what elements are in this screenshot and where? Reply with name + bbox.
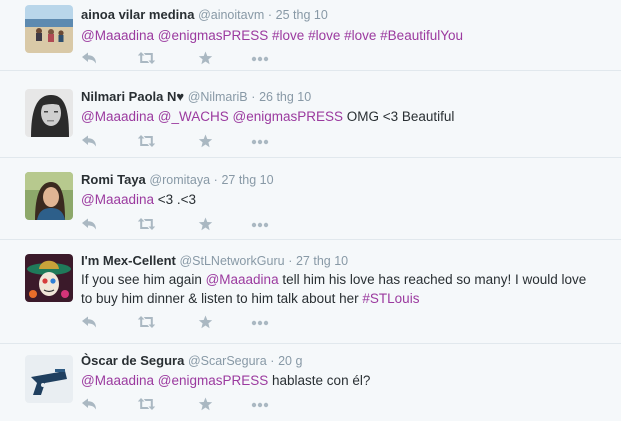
- tweet-item[interactable]: Nilmari Paola N♥ @NilmariB · 26 thg 10 @…: [0, 71, 621, 158]
- tweet-fullname[interactable]: Romi Taya: [81, 172, 146, 187]
- mention-link[interactable]: @enigmasPRESS: [233, 109, 344, 124]
- mention-link[interactable]: @Maaadina: [81, 373, 154, 388]
- more-icon[interactable]: [251, 134, 271, 150]
- tweet-timestamp[interactable]: 27 thg 10: [221, 173, 273, 187]
- retweet-icon[interactable]: [137, 397, 157, 413]
- tweet-text: If you see him again @Maaadina tell him …: [81, 270, 591, 308]
- tweet-timestamp[interactable]: 20 g: [278, 354, 302, 368]
- mention-link[interactable]: @Maaadina: [206, 272, 279, 287]
- tweet-username[interactable]: @ainoitavm: [198, 8, 264, 22]
- sombrero-skull-avatar: [25, 254, 73, 302]
- handgun-avatar: [25, 355, 73, 403]
- avatar[interactable]: [25, 172, 73, 220]
- mention-link[interactable]: @enigmasPRESS: [158, 28, 269, 43]
- retweet-icon[interactable]: [137, 217, 157, 233]
- tweet-text: @Maaadina @_WACHS @enigmasPRESS OMG <3 B…: [81, 107, 591, 126]
- header-separator: ·: [270, 354, 275, 368]
- beach-photo-avatar: [25, 5, 73, 53]
- tweet-timestamp[interactable]: 25 thg 10: [276, 8, 328, 22]
- retweet-icon[interactable]: [137, 315, 157, 331]
- tweet-text-segment: <3 .<3: [154, 192, 197, 207]
- favorite-icon[interactable]: [198, 397, 218, 413]
- tweet-timestamp[interactable]: 26 thg 10: [259, 90, 311, 104]
- header-separator: ·: [267, 8, 273, 22]
- hashtag-link[interactable]: #love: [308, 28, 340, 43]
- more-icon[interactable]: [251, 315, 271, 331]
- tweet-header: Nilmari Paola N♥ @NilmariB · 26 thg 10: [81, 89, 311, 105]
- hashtag-link[interactable]: #love: [344, 28, 376, 43]
- avatar[interactable]: [25, 254, 73, 302]
- favorite-icon[interactable]: [198, 134, 218, 150]
- tweet-header: Òscar de Segura @ScarSegura · 20 g: [81, 353, 302, 369]
- avatar[interactable]: [25, 89, 73, 137]
- retweet-icon[interactable]: [137, 134, 157, 150]
- hashtag-link[interactable]: #STLouis: [362, 291, 419, 306]
- hashtag-link[interactable]: #BeautifulYou: [380, 28, 463, 43]
- tweet-username[interactable]: @romitaya: [149, 173, 210, 187]
- header-separator: ·: [288, 254, 293, 268]
- tweet-fullname[interactable]: I'm Mex-Cellent: [81, 253, 176, 268]
- portrait-bw-avatar: [25, 89, 73, 137]
- tweet-fullname[interactable]: ainoa vilar medina: [81, 7, 194, 22]
- tweet-text-segment: OMG <3 Beautiful: [343, 109, 455, 124]
- tweet-actions: [81, 397, 281, 413]
- tweet-item[interactable]: I'm Mex-Cellent @StLNetworkGuru · 27 thg…: [0, 240, 621, 344]
- tweet-text: @Maaadina @enigmasPRESS #love #love #lov…: [81, 26, 591, 45]
- tweet-username[interactable]: @NilmariB: [188, 90, 248, 104]
- tweet-actions: [81, 217, 281, 233]
- reply-icon[interactable]: [81, 217, 101, 233]
- tweet-text-segment: hablaste con él?: [268, 373, 371, 388]
- tweet-timestamp[interactable]: 27 thg 10: [296, 254, 348, 268]
- tweet-actions: [81, 315, 281, 331]
- tweet-text: @Maaadina @enigmasPRESS hablaste con él?: [81, 371, 591, 390]
- favorite-icon[interactable]: [198, 51, 218, 67]
- reply-icon[interactable]: [81, 134, 101, 150]
- tweet-username[interactable]: @StLNetworkGuru: [179, 254, 284, 268]
- tweet-actions: [81, 51, 281, 67]
- tweet-text-segment: If you see him again: [81, 272, 206, 287]
- tweet-text: @Maaadina <3 .<3: [81, 190, 591, 209]
- more-icon[interactable]: [251, 397, 271, 413]
- tweet-header: I'm Mex-Cellent @StLNetworkGuru · 27 thg…: [81, 253, 348, 269]
- reply-icon[interactable]: [81, 51, 101, 67]
- hashtag-link[interactable]: #love: [272, 28, 304, 43]
- favorite-icon[interactable]: [198, 315, 218, 331]
- tweet-item[interactable]: Òscar de Segura @ScarSegura · 20 g @Maaa…: [0, 344, 621, 421]
- portrait-outdoor-avatar: [25, 172, 73, 220]
- more-icon[interactable]: [251, 217, 271, 233]
- tweet-item[interactable]: ainoa vilar medina @ainoitavm · 25 thg 1…: [0, 0, 621, 71]
- tweet-fullname[interactable]: Òscar de Segura: [81, 353, 184, 368]
- retweet-icon[interactable]: [137, 51, 157, 67]
- mention-link[interactable]: @Maaadina: [81, 192, 154, 207]
- mention-link[interactable]: @enigmasPRESS: [158, 373, 269, 388]
- reply-icon[interactable]: [81, 397, 101, 413]
- more-icon[interactable]: [251, 51, 271, 67]
- mention-link[interactable]: @_WACHS: [158, 109, 229, 124]
- tweet-username[interactable]: @ScarSegura: [188, 354, 267, 368]
- tweet-feed: ainoa vilar medina @ainoitavm · 25 thg 1…: [0, 0, 621, 421]
- reply-icon[interactable]: [81, 315, 101, 331]
- tweet-item[interactable]: Romi Taya @romitaya · 27 thg 10 @Maaadin…: [0, 158, 621, 240]
- mention-link[interactable]: @Maaadina: [81, 28, 154, 43]
- tweet-header: Romi Taya @romitaya · 27 thg 10: [81, 172, 274, 188]
- header-separator: ·: [251, 90, 256, 104]
- mention-link[interactable]: @Maaadina: [81, 109, 154, 124]
- header-separator: ·: [213, 173, 218, 187]
- tweet-actions: [81, 134, 281, 150]
- tweet-header: ainoa vilar medina @ainoitavm · 25 thg 1…: [81, 7, 328, 23]
- avatar[interactable]: [25, 5, 73, 53]
- tweet-fullname[interactable]: Nilmari Paola N♥: [81, 89, 184, 104]
- favorite-icon[interactable]: [198, 217, 218, 233]
- avatar[interactable]: [25, 355, 73, 403]
